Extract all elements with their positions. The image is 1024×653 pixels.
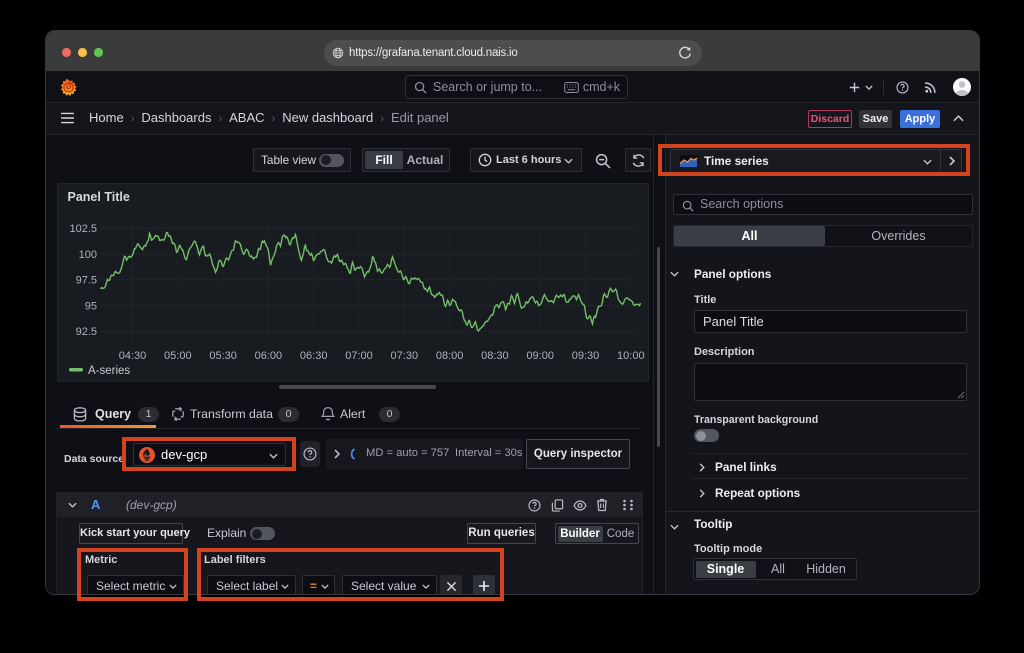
svg-text:07:00: 07:00: [345, 350, 373, 362]
svg-text:06:00: 06:00: [254, 350, 282, 362]
svg-text:05:30: 05:30: [209, 350, 237, 362]
svg-text:102.5: 102.5: [69, 223, 97, 235]
svg-text:09:30: 09:30: [571, 350, 599, 362]
svg-text:100: 100: [78, 249, 96, 261]
svg-text:04:30: 04:30: [118, 350, 146, 362]
svg-text:08:00: 08:00: [435, 350, 463, 362]
svg-text:06:30: 06:30: [299, 350, 327, 362]
svg-text:07:30: 07:30: [390, 350, 418, 362]
svg-text:09:00: 09:00: [526, 350, 554, 362]
svg-text:05:00: 05:00: [164, 350, 192, 362]
svg-text:08:30: 08:30: [481, 350, 509, 362]
svg-text:92.5: 92.5: [75, 326, 96, 338]
svg-text:97.5: 97.5: [75, 275, 96, 287]
svg-text:95: 95: [84, 301, 96, 313]
svg-text:A-series: A-series: [88, 365, 130, 377]
svg-text:10:00: 10:00: [617, 350, 645, 362]
